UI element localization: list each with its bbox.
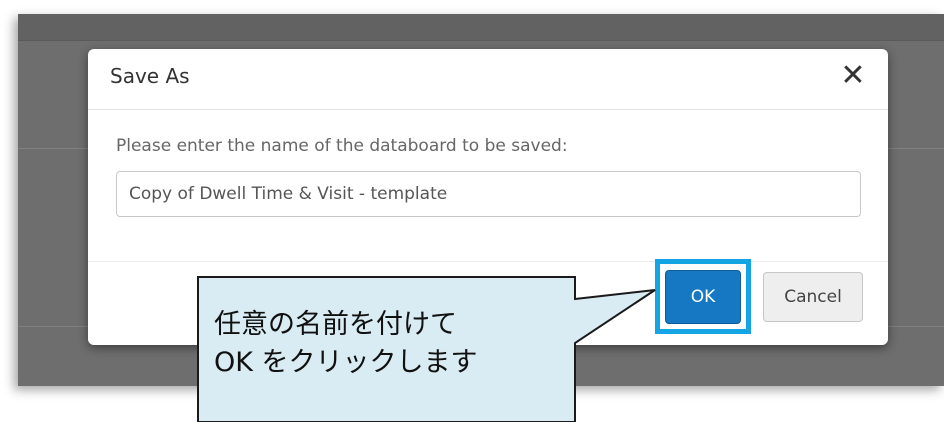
callout-line-2: OK をクリックします (214, 347, 478, 378)
dialog-header: Save As ✕ (88, 49, 888, 110)
callout-text: 任意の名前を付けて OK をクリックします (214, 306, 564, 382)
ok-button[interactable]: OK (665, 270, 741, 324)
databoard-name-label: Please enter the name of the databoard t… (116, 136, 568, 156)
databoard-name-input[interactable] (116, 171, 861, 217)
dialog-footer-divider (88, 261, 888, 262)
callout-line-1: 任意の名前を付けて (214, 309, 457, 340)
close-icon[interactable]: ✕ (840, 61, 866, 91)
dialog-title: Save As (110, 64, 190, 88)
cancel-button[interactable]: Cancel (763, 272, 863, 322)
background-toolbar (18, 14, 944, 41)
